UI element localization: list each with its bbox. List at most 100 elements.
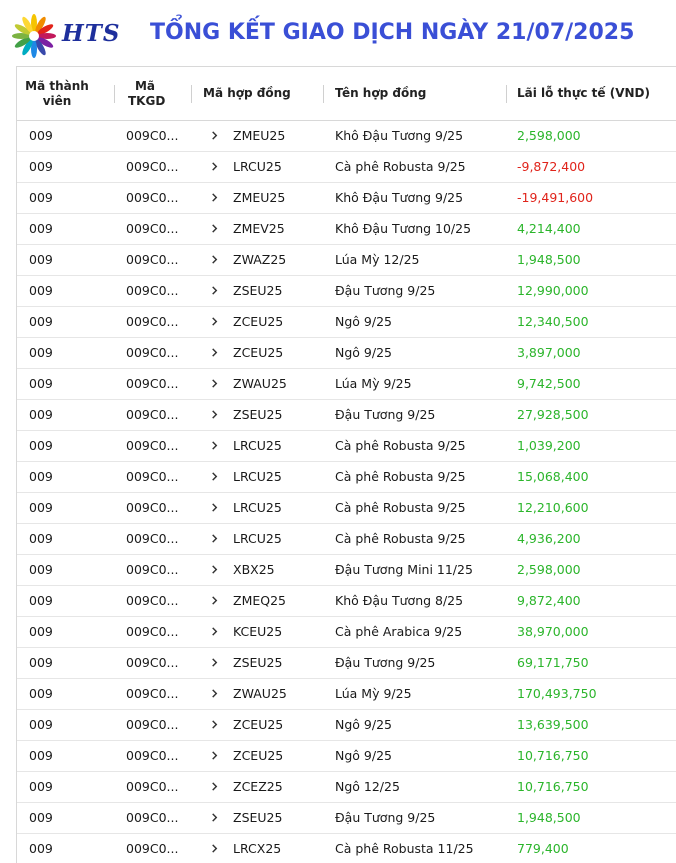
expand-row-button[interactable]: [207, 245, 221, 275]
contract-code-cell: ZSEU25: [233, 655, 283, 670]
account-code-cell: 009C0...: [126, 314, 179, 329]
column-header-contract-name[interactable]: Tên hợp đồng: [335, 67, 426, 120]
contract-name-cell: Ngô 9/25: [335, 748, 392, 763]
contract-name-cell: Khô Đậu Tương 10/25: [335, 221, 472, 236]
table-row[interactable]: 009 009C0... ZMEU25 Khô Đậu Tương 9/25 2,598…: [17, 121, 676, 152]
table-row[interactable]: 009 009C0... ZWAU25 Lúa Mỳ 9/25 170,493,750: [17, 679, 676, 710]
table-row[interactable]: 009 009C0... ZMEU25 Khô Đậu Tương 9/25 -19,4…: [17, 183, 676, 214]
expand-row-button[interactable]: [207, 462, 221, 492]
account-code-cell: 009C0...: [126, 748, 179, 763]
table-row[interactable]: 009 009C0... ZSEU25 Đậu Tương 9/25 1,948,500: [17, 803, 676, 834]
expand-row-button[interactable]: [207, 369, 221, 399]
chevron-right-icon: [211, 813, 217, 822]
member-code-cell: 009: [29, 314, 53, 329]
chevron-right-icon: [211, 286, 217, 295]
table-row[interactable]: 009 009C0... KCEU25 Cà phê Arabica 9/25 38,9…: [17, 617, 676, 648]
pnl-cell: 1,948,500: [517, 810, 581, 825]
expand-row-button[interactable]: [207, 772, 221, 802]
table-row[interactable]: 009 009C0... LRCU25 Cà phê Robusta 9/25 -9,8…: [17, 152, 676, 183]
table-row[interactable]: 009 009C0... ZMEQ25 Khô Đậu Tương 8/25 9,872…: [17, 586, 676, 617]
expand-row-button[interactable]: [207, 679, 221, 709]
expand-row-button[interactable]: [207, 152, 221, 182]
contract-code-cell: ZMEU25: [233, 128, 286, 143]
pnl-cell: 12,210,600: [517, 500, 589, 515]
table-row[interactable]: 009 009C0... ZCEU25 Ngô 9/25 12,340,500: [17, 307, 676, 338]
contract-name-cell: Cà phê Arabica 9/25: [335, 624, 463, 639]
table-row[interactable]: 009 009C0... ZMEV25 Khô Đậu Tương 10/25 4,21…: [17, 214, 676, 245]
expand-row-button[interactable]: [207, 400, 221, 430]
table-row[interactable]: 009 009C0... LRCX25 Cà phê Robusta 11/25 779…: [17, 834, 676, 863]
member-code-cell: 009: [29, 810, 53, 825]
pnl-cell: 38,970,000: [517, 624, 589, 639]
pnl-cell: 4,936,200: [517, 531, 581, 546]
table-row[interactable]: 009 009C0... ZWAU25 Lúa Mỳ 9/25 9,742,500: [17, 369, 676, 400]
contract-code-cell: ZSEU25: [233, 810, 283, 825]
expand-row-button[interactable]: [207, 214, 221, 244]
table-row[interactable]: 009 009C0... LRCU25 Cà phê Robusta 9/25 1,03…: [17, 431, 676, 462]
expand-row-button[interactable]: [207, 276, 221, 306]
expand-row-button[interactable]: [207, 803, 221, 833]
expand-row-button[interactable]: [207, 493, 221, 523]
member-code-cell: 009: [29, 221, 53, 236]
expand-row-button[interactable]: [207, 183, 221, 213]
column-header-member[interactable]: Mã thành viên: [19, 67, 95, 120]
table-header: Mã thành viên Mã TKGD Mã hợp đồng Tên hợ…: [17, 67, 676, 121]
member-code-cell: 009: [29, 717, 53, 732]
expand-row-button[interactable]: [207, 431, 221, 461]
pnl-cell: 2,598,000: [517, 562, 581, 577]
expand-row-button[interactable]: [207, 307, 221, 337]
table-row[interactable]: 009 009C0... ZWAZ25 Lúa Mỳ 12/25 1,948,500: [17, 245, 676, 276]
column-divider: [506, 85, 507, 103]
chevron-right-icon: [211, 782, 217, 791]
account-code-cell: 009C0...: [126, 376, 179, 391]
expand-row-button[interactable]: [207, 524, 221, 554]
contract-code-cell: ZCEU25: [233, 717, 284, 732]
contract-code-cell: ZSEU25: [233, 283, 283, 298]
table-row[interactable]: 009 009C0... ZCEZ25 Ngô 12/25 10,716,750: [17, 772, 676, 803]
member-code-cell: 009: [29, 438, 53, 453]
account-code-cell: 009C0...: [126, 128, 179, 143]
table-row[interactable]: 009 009C0... ZSEU25 Đậu Tương 9/25 69,171,75…: [17, 648, 676, 679]
expand-row-button[interactable]: [207, 648, 221, 678]
chevron-right-icon: [211, 317, 217, 326]
expand-row-button[interactable]: [207, 834, 221, 863]
table-row[interactable]: 009 009C0... ZCEU25 Ngô 9/25 13,639,500: [17, 710, 676, 741]
table-row[interactable]: 009 009C0... LRCU25 Cà phê Robusta 9/25 15,0…: [17, 462, 676, 493]
expand-row-button[interactable]: [207, 586, 221, 616]
expand-row-button[interactable]: [207, 121, 221, 151]
chevron-right-icon: [211, 596, 217, 605]
account-code-cell: 009C0...: [126, 717, 179, 732]
expand-row-button[interactable]: [207, 710, 221, 740]
member-code-cell: 009: [29, 562, 53, 577]
table-row[interactable]: 009 009C0... ZCEU25 Ngô 9/25 10,716,750: [17, 741, 676, 772]
table-row[interactable]: 009 009C0... XBX25 Đậu Tương Mini 11/25 2,59…: [17, 555, 676, 586]
table-row[interactable]: 009 009C0... ZSEU25 Đậu Tương 9/25 12,990,00…: [17, 276, 676, 307]
account-code-cell: 009C0...: [126, 438, 179, 453]
pnl-cell: 1,948,500: [517, 252, 581, 267]
contract-code-cell: LRCX25: [233, 841, 282, 856]
table-row[interactable]: 009 009C0... LRCU25 Cà phê Robusta 9/25 12,2…: [17, 493, 676, 524]
chevron-right-icon: [211, 627, 217, 636]
account-code-cell: 009C0...: [126, 655, 179, 670]
expand-row-button[interactable]: [207, 617, 221, 647]
column-header-account[interactable]: Mã TKGD: [115, 67, 175, 120]
contract-name-cell: Ngô 9/25: [335, 345, 392, 360]
column-header-contract-code[interactable]: Mã hợp đồng: [203, 67, 291, 120]
table-row[interactable]: 009 009C0... LRCU25 Cà phê Robusta 9/25 4,93…: [17, 524, 676, 555]
chevron-right-icon: [211, 255, 217, 264]
contract-name-cell: Cà phê Robusta 9/25: [335, 500, 466, 515]
pnl-cell: 12,340,500: [517, 314, 589, 329]
table-row[interactable]: 009 009C0... ZCEU25 Ngô 9/25 3,897,000: [17, 338, 676, 369]
table-row[interactable]: 009 009C0... ZSEU25 Đậu Tương 9/25 27,928,50…: [17, 400, 676, 431]
contract-name-cell: Đậu Tương 9/25: [335, 810, 436, 825]
expand-row-button[interactable]: [207, 741, 221, 771]
account-code-cell: 009C0...: [126, 562, 179, 577]
expand-row-button[interactable]: [207, 555, 221, 585]
expand-row-button[interactable]: [207, 338, 221, 368]
member-code-cell: 009: [29, 190, 53, 205]
account-code-cell: 009C0...: [126, 500, 179, 515]
member-code-cell: 009: [29, 779, 53, 794]
account-code-cell: 009C0...: [126, 469, 179, 484]
column-header-pnl[interactable]: Lãi lỗ thực tế (VND): [517, 67, 650, 120]
chevron-right-icon: [211, 472, 217, 481]
